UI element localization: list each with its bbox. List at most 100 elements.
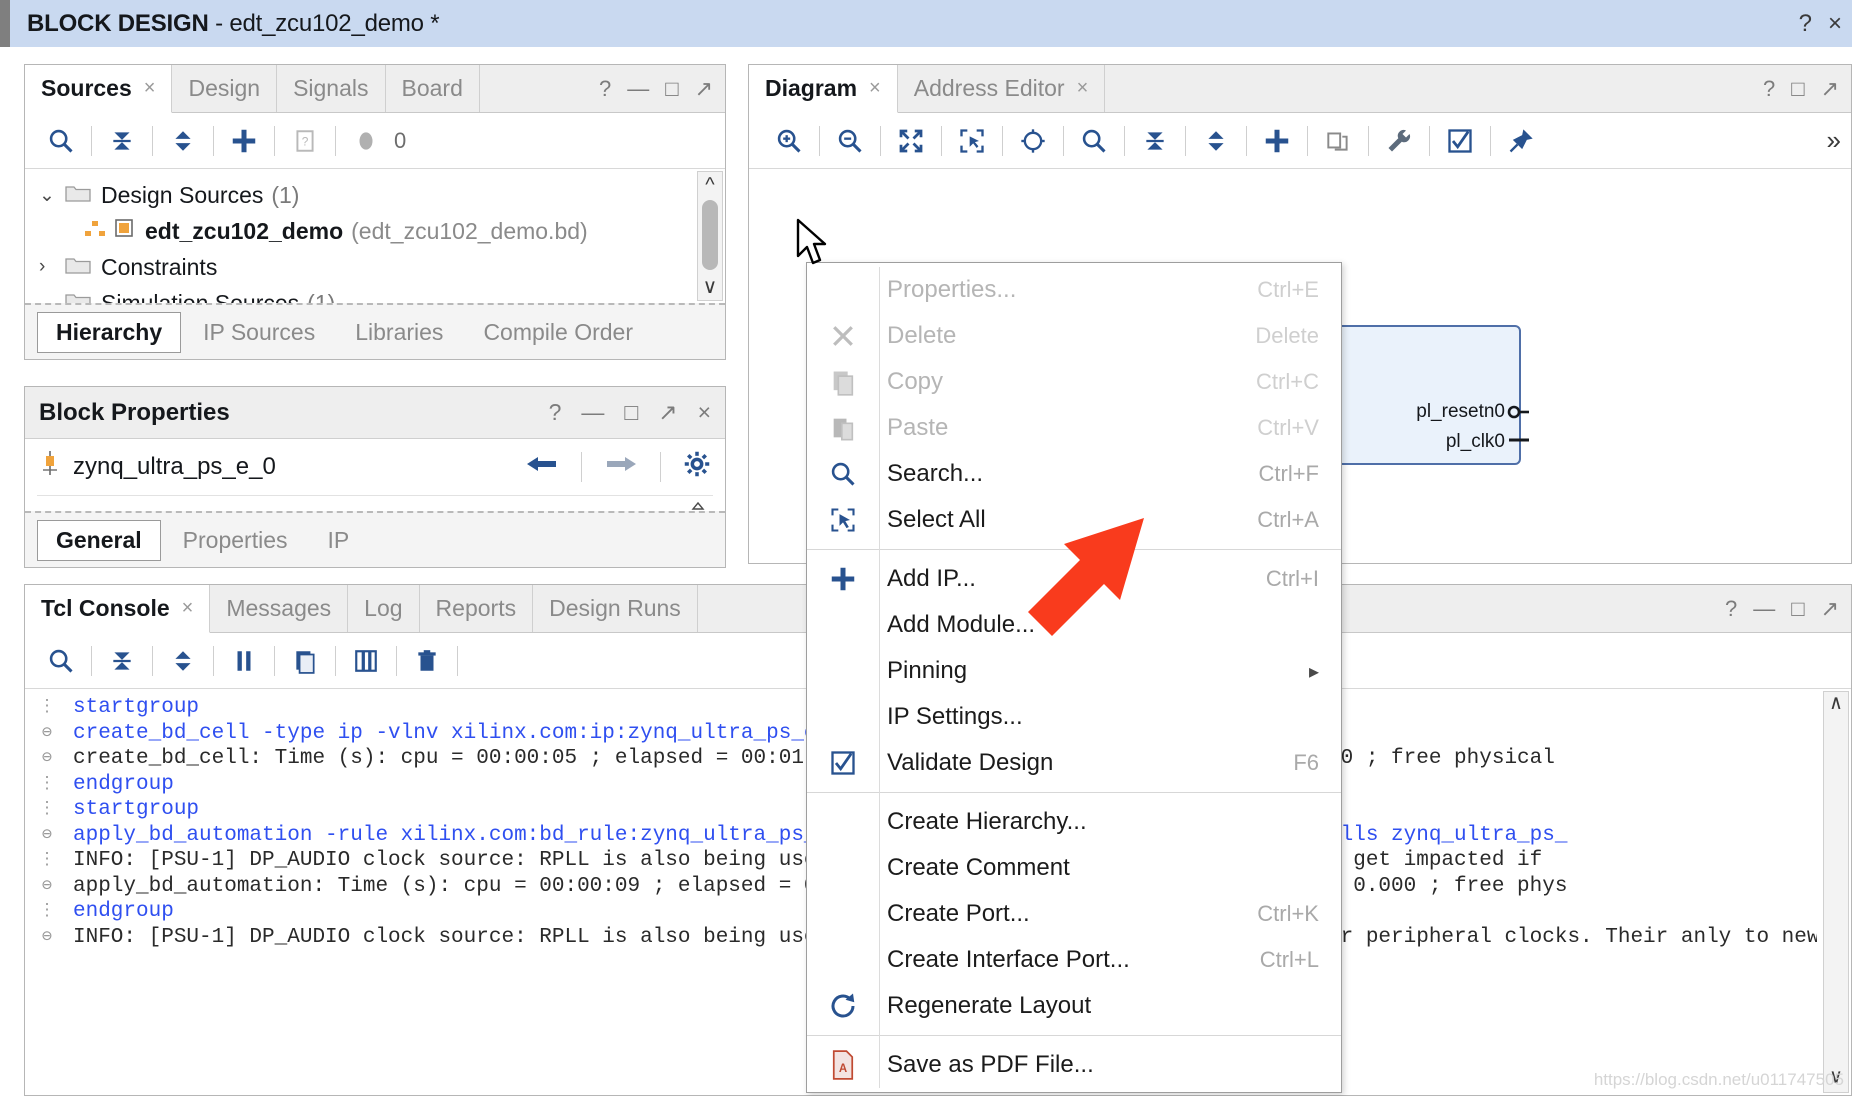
context-menu-item-regenerate-layout[interactable]: Regenerate Layout [807, 983, 1341, 1029]
tab-messages[interactable]: Messages [210, 585, 349, 632]
minimize-icon[interactable]: — [581, 399, 604, 426]
report-icon[interactable]: ? [283, 119, 327, 163]
float-icon[interactable]: ↗ [1821, 596, 1839, 622]
maximize-icon[interactable]: □ [665, 76, 678, 102]
close-icon[interactable]: × [182, 597, 194, 620]
fold-gutter-icon[interactable]: ⊖ [25, 721, 69, 747]
pin-icon[interactable] [1499, 119, 1543, 163]
tab-design-runs[interactable]: Design Runs [533, 585, 698, 632]
zoom-target-icon[interactable] [1011, 119, 1055, 163]
help-icon[interactable]: ? [1725, 596, 1737, 622]
tree-item-simulation-sources[interactable]: ⌄ Simulation Sources (1) [25, 285, 725, 303]
pause-icon[interactable] [222, 639, 266, 683]
diagram-context-menu[interactable]: Properties... Ctrl+E Delete Delete Copy … [806, 262, 1342, 1093]
chevron-right-icon[interactable]: › [39, 256, 65, 278]
nav-forward-icon[interactable] [604, 452, 638, 483]
close-icon[interactable]: × [1828, 10, 1842, 38]
clear-icon[interactable] [405, 639, 449, 683]
context-menu-item-search[interactable]: Search... Ctrl+F [807, 451, 1341, 497]
nav-back-icon[interactable] [525, 452, 559, 483]
context-menu-item-add-ip[interactable]: Add IP... Ctrl+I [807, 556, 1341, 602]
collapse-all-icon[interactable] [100, 639, 144, 683]
help-icon[interactable]: ? [1799, 10, 1812, 38]
expand-all-icon[interactable] [161, 639, 205, 683]
context-menu-item-save-as-pdf[interactable]: A Save as PDF File... [807, 1042, 1341, 1088]
float-icon[interactable]: ↗ [1821, 76, 1839, 102]
context-menu-item-create-interface-port[interactable]: Create Interface Port... Ctrl+L [807, 937, 1341, 983]
messages-icon[interactable] [344, 119, 388, 163]
tree-item-constraints[interactable]: › Constraints [25, 249, 725, 285]
close-icon[interactable]: × [698, 399, 711, 426]
context-menu-item-create-hierarchy[interactable]: Create Hierarchy... [807, 799, 1341, 845]
search-icon[interactable] [39, 639, 83, 683]
validate-design-icon[interactable] [1438, 119, 1482, 163]
collapse-all-icon[interactable] [100, 119, 144, 163]
zoom-out-icon[interactable] [828, 119, 872, 163]
fold-gutter-icon[interactable]: ⊖ [25, 746, 69, 772]
tab-general[interactable]: General [37, 519, 161, 561]
close-icon[interactable]: × [1077, 77, 1089, 100]
tab-diagram[interactable]: Diagram × [749, 65, 898, 113]
copy-icon[interactable] [283, 639, 327, 683]
zoom-fit-icon[interactable] [889, 119, 933, 163]
tree-item-design-sources[interactable]: ⌄ Design Sources (1) [25, 177, 725, 213]
context-menu-item-select-all[interactable]: Select All Ctrl+A [807, 497, 1341, 543]
tab-address-editor[interactable]: Address Editor × [898, 65, 1106, 112]
add-module-icon[interactable] [1316, 119, 1360, 163]
context-menu-item-ip-settings[interactable]: IP Settings... [807, 694, 1341, 740]
float-icon[interactable]: ↗ [695, 76, 713, 102]
minimize-icon[interactable]: — [627, 76, 649, 102]
tab-compile-order[interactable]: Compile Order [465, 313, 651, 352]
tab-reports[interactable]: Reports [420, 585, 534, 632]
settings-wrench-icon[interactable] [1377, 119, 1421, 163]
sources-vertical-scrollbar[interactable]: ^ ∨ [697, 171, 723, 301]
chevron-down-icon[interactable]: ⌄ [39, 292, 65, 304]
scroll-up-icon[interactable]: ∧ [1830, 692, 1842, 718]
context-menu-item-create-port[interactable]: Create Port... Ctrl+K [807, 891, 1341, 937]
minimize-icon[interactable]: — [1753, 596, 1775, 622]
tab-design[interactable]: Design [172, 65, 278, 112]
split-icon[interactable] [344, 639, 388, 683]
chevron-down-icon[interactable]: ⌄ [39, 184, 65, 207]
collapse-all-icon[interactable] [1133, 119, 1177, 163]
tab-board[interactable]: Board [386, 65, 480, 112]
tcl-vertical-scrollbar[interactable]: ∧ ∨ [1823, 691, 1849, 1093]
fold-gutter-icon[interactable]: ⋮ [25, 848, 69, 874]
tab-libraries[interactable]: Libraries [337, 313, 461, 352]
tab-hierarchy[interactable]: Hierarchy [37, 311, 182, 353]
context-menu-item-add-module[interactable]: Add Module... [807, 602, 1341, 648]
tab-ip-sources[interactable]: IP Sources [185, 313, 333, 352]
add-sources-icon[interactable] [222, 119, 266, 163]
help-icon[interactable]: ? [599, 76, 611, 102]
search-icon[interactable] [1072, 119, 1116, 163]
tab-properties[interactable]: Properties [165, 521, 306, 560]
fold-gutter-icon[interactable]: ⋮ [25, 797, 69, 823]
float-icon[interactable]: ↗ [658, 399, 677, 426]
help-icon[interactable]: ? [1763, 76, 1775, 102]
tab-tcl-console[interactable]: Tcl Console × [25, 585, 211, 633]
context-menu-item-validate-design[interactable]: Validate Design F6 [807, 740, 1341, 786]
scroll-down-icon[interactable]: ∨ [703, 274, 718, 300]
add-ip-icon[interactable] [1255, 119, 1299, 163]
expand-all-icon[interactable] [1194, 119, 1238, 163]
tab-signals[interactable]: Signals [277, 65, 386, 112]
zoom-area-icon[interactable] [950, 119, 994, 163]
maximize-icon[interactable]: □ [1791, 76, 1804, 102]
fold-gutter-icon[interactable]: ⊖ [25, 823, 69, 849]
sources-tree[interactable]: ⌄ Design Sources (1) edt_zcu102_demo (ed… [25, 169, 725, 303]
help-icon[interactable]: ? [549, 399, 562, 426]
context-menu-item-pinning[interactable]: Pinning ▸ [807, 648, 1341, 694]
expand-all-icon[interactable] [161, 119, 205, 163]
fold-gutter-icon[interactable]: ⋮ [25, 772, 69, 798]
fold-gutter-icon[interactable]: ⊖ [25, 925, 69, 951]
fold-gutter-icon[interactable]: ⋮ [25, 695, 69, 721]
tab-log[interactable]: Log [348, 585, 420, 632]
maximize-icon[interactable]: □ [1791, 596, 1804, 622]
fold-gutter-icon[interactable]: ⊖ [25, 874, 69, 900]
scrollbar-thumb[interactable] [702, 200, 718, 270]
fold-gutter-icon[interactable]: ⋮ [25, 899, 69, 925]
close-icon[interactable]: × [144, 77, 156, 100]
zoom-in-icon[interactable] [767, 119, 811, 163]
tab-ip[interactable]: IP [309, 521, 367, 560]
tab-sources[interactable]: Sources × [25, 65, 173, 113]
